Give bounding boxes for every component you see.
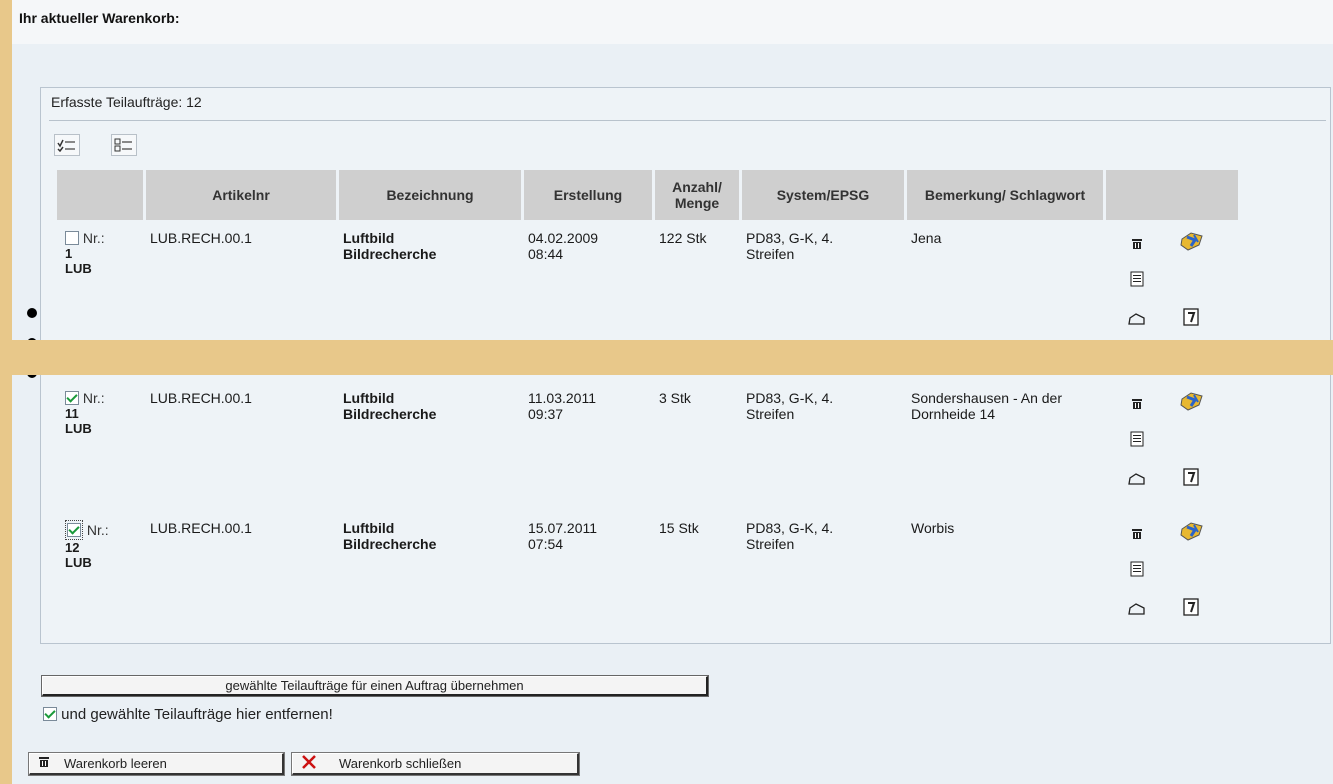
column-header-actions — [1106, 170, 1238, 220]
bezeichnung-cell: Luftbild Bildrecherche — [339, 380, 521, 510]
page-title: Ihr aktueller Warenkorb: — [19, 10, 180, 26]
row-checkbox[interactable] — [65, 391, 79, 405]
nr-label: Nr.: — [82, 390, 105, 406]
focus-frame — [65, 520, 83, 540]
bezeichnung-line-1: Luftbild — [343, 390, 395, 406]
uncheck-all-icon[interactable] — [111, 134, 137, 156]
row-actions — [1110, 230, 1234, 350]
note-icon[interactable] — [1182, 308, 1200, 326]
document-icon[interactable] — [1128, 560, 1146, 578]
row-checkbox[interactable] — [65, 231, 79, 245]
order-number: 1 — [65, 246, 73, 261]
table-header-row: Artikelnr Bezeichnung Erstellung Anzahl/… — [57, 170, 1238, 220]
check-all-icon[interactable] — [54, 134, 80, 156]
bezeichnung-line-2: Bildrecherche — [343, 406, 437, 422]
order-number: 11 — [65, 406, 79, 421]
separator-band — [0, 340, 1333, 375]
system-line-2: Streifen — [746, 406, 795, 422]
erstellung-date: 04.02.2009 — [528, 230, 599, 246]
erstellung-cell: 11.03.2011 09:37 — [524, 380, 652, 510]
trash-icon[interactable] — [1128, 525, 1146, 543]
map-pin-icon[interactable] — [1178, 230, 1206, 254]
menge-cell: 15 Stk — [659, 520, 699, 536]
remove-option[interactable]: und gewählte Teilaufträge hier entfernen… — [43, 706, 333, 723]
note-icon[interactable] — [1182, 598, 1200, 616]
bemerkung-cell: Worbis — [911, 520, 955, 536]
dot — [27, 308, 37, 318]
clear-cart-button[interactable]: Warenkorb leeren — [28, 752, 285, 776]
artikelnr-cell: LUB.RECH.00.1 — [150, 390, 252, 406]
map-pin-icon[interactable] — [1178, 520, 1206, 544]
top-strip — [12, 0, 1333, 44]
clear-cart-label: Warenkorb leeren — [64, 756, 167, 771]
document-icon[interactable] — [1128, 270, 1146, 288]
system-cell: PD83, G-K, 4. Streifen — [742, 510, 904, 640]
erstellung-date: 11.03.2011 — [528, 390, 596, 406]
erstellung-cell: 15.07.2011 07:54 — [524, 510, 652, 640]
bezeichnung-line-2: Bildrecherche — [343, 246, 437, 262]
take-orders-button[interactable]: gewählte Teilaufträge für einen Auftrag … — [41, 675, 709, 697]
row-actions — [1110, 520, 1234, 640]
column-header-menge: Anzahl/ Menge — [655, 170, 739, 220]
erstellung-time: 08:44 — [528, 246, 564, 262]
system-line-2: Streifen — [746, 536, 795, 552]
order-type: LUB — [65, 421, 92, 436]
menge-cell: 3 Stk — [659, 390, 691, 406]
row-checkbox[interactable] — [67, 523, 81, 537]
trash-icon — [38, 756, 50, 771]
document-icon[interactable] — [1128, 430, 1146, 448]
bemerkung-cell: Sondershausen - An der Dornheide 14 — [911, 390, 1062, 422]
edit-icon[interactable] — [1128, 470, 1146, 488]
bezeichnung-line-1: Luftbild — [343, 230, 395, 246]
system-line-1: PD83, G-K, 4. — [746, 520, 834, 536]
remove-checkbox[interactable] — [43, 707, 57, 721]
close-icon — [301, 755, 317, 772]
close-cart-label: Warenkorb schließen — [339, 756, 462, 771]
note-icon[interactable] — [1182, 468, 1200, 486]
column-header-bezeichnung: Bezeichnung — [339, 170, 521, 220]
erstellung-date: 15.07.2011 — [528, 520, 598, 536]
system-line-1: PD83, G-K, 4. — [746, 390, 834, 406]
panel-divider — [49, 120, 1326, 121]
system-line-1: PD83, G-K, 4. — [746, 230, 834, 246]
artikelnr-cell: LUB.RECH.00.1 — [150, 520, 252, 536]
column-header-bemerkung: Bemerkung/ Schlagwort — [907, 170, 1103, 220]
column-header-artikelnr: Artikelnr — [146, 170, 336, 220]
trash-icon[interactable] — [1128, 235, 1146, 253]
edit-icon[interactable] — [1128, 600, 1146, 618]
column-header-erstellung: Erstellung — [524, 170, 652, 220]
map-pin-icon[interactable] — [1178, 390, 1206, 414]
trash-icon[interactable] — [1128, 395, 1146, 413]
remove-label: und gewählte Teilaufträge hier entfernen… — [61, 706, 333, 723]
order-number: 12 — [65, 540, 80, 555]
row-actions-cell — [1106, 510, 1238, 640]
cart-table: Artikelnr Bezeichnung Erstellung Anzahl/… — [54, 170, 1241, 640]
row-select-cell: Nr.: 12 LUB — [57, 510, 143, 640]
erstellung-time: 07:54 — [528, 536, 564, 552]
bezeichnung-line-1: Luftbild — [343, 520, 395, 536]
close-cart-button[interactable]: Warenkorb schließen — [291, 752, 580, 776]
erstellung-time: 09:37 — [528, 406, 564, 422]
bezeichnung-cell: Luftbild Bildrecherche — [339, 510, 521, 640]
nr-label: Nr.: — [82, 230, 105, 246]
edit-icon[interactable] — [1128, 310, 1146, 328]
system-cell: PD83, G-K, 4. Streifen — [742, 380, 904, 510]
row-actions — [1110, 390, 1234, 510]
table-row: Nr.: 11 LUB LUB.RECH.00.1 Luftbild Bildrecher… — [57, 380, 1238, 510]
cart-page: Ihr aktueller Warenkorb: Erfasste Teilau… — [12, 0, 1333, 784]
order-type: LUB — [65, 261, 92, 276]
bezeichnung-line-2: Bildrecherche — [343, 536, 437, 552]
column-header-system: System/EPSG — [742, 170, 904, 220]
column-header-select — [57, 170, 143, 220]
order-type: LUB — [65, 555, 92, 570]
table-row: Nr.: 12 LUB LUB.RECH.00.1 Luftbild Bildrecher… — [57, 510, 1238, 640]
order-count-label: Erfasste Teilaufträge: 12 — [51, 94, 202, 110]
row-actions-cell — [1106, 380, 1238, 510]
row-select-cell: Nr.: 11 LUB — [57, 380, 143, 510]
system-line-2: Streifen — [746, 246, 795, 262]
nr-label: Nr.: — [86, 522, 109, 538]
